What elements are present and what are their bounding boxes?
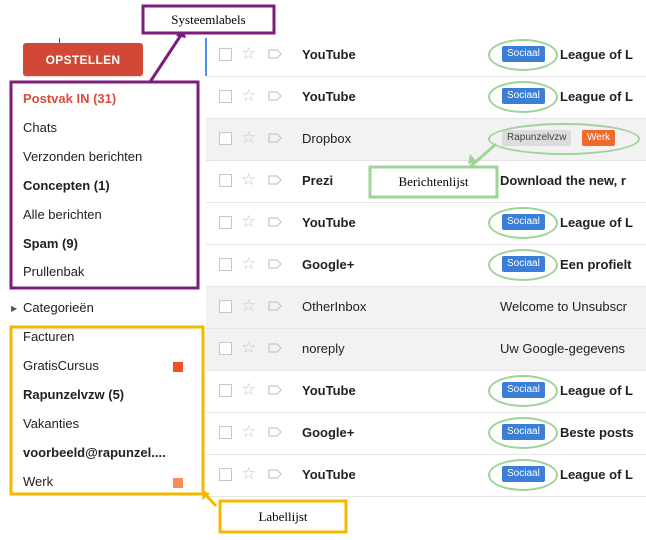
system-callout-connector <box>148 31 185 83</box>
user-labels-frame <box>9 325 205 496</box>
label-callout-text: Labellijst <box>222 503 344 530</box>
system-labels-frame <box>9 80 200 290</box>
annotation-overlay <box>9 4 499 534</box>
message-callout-connector <box>469 142 497 169</box>
message-callout-text: Berichtenlijst <box>372 169 495 195</box>
system-callout-text: Systeemlabels <box>145 8 272 31</box>
